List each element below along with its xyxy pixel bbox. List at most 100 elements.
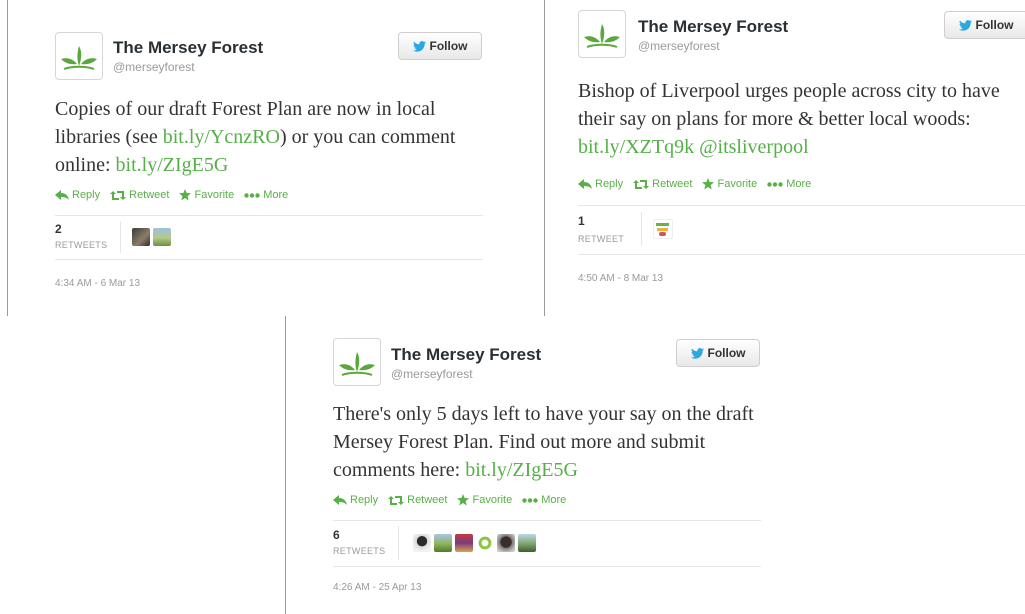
tweet-text: Bishop of Liverpool urges people across … (578, 77, 1025, 161)
star-icon (702, 178, 715, 190)
favorite-button[interactable]: Favorite (179, 189, 234, 201)
more-button[interactable]: More (767, 178, 811, 190)
retweet-label: Retweet (129, 189, 170, 201)
follow-label: Follow (975, 18, 1014, 32)
account-name[interactable]: The Mersey Forest (391, 345, 541, 365)
retweeter-avatars (653, 219, 673, 239)
avatar-art (656, 223, 669, 226)
tweet-timestamp[interactable]: 4:26 AM - 25 Apr 13 (333, 582, 421, 593)
retweet-count-label[interactable]: RETWEETS (55, 240, 107, 250)
retweeter-avatars (413, 534, 536, 552)
tweet-card-2: The Mersey Forest @merseyforest Follow B… (563, 0, 1025, 300)
tweet-text: Copies of our draft Forest Plan are now … (55, 95, 485, 179)
follow-button[interactable]: Follow (944, 11, 1025, 39)
mention-link[interactable]: @itsliverpool (699, 136, 809, 158)
panel-divider-left (7, 0, 8, 316)
panel-divider-middle (544, 0, 545, 316)
tweet-actions: Reply Retweet Favorite More (578, 178, 811, 190)
more-label: More (786, 178, 812, 190)
reply-icon (55, 190, 69, 200)
retweeter-avatar[interactable] (476, 534, 494, 552)
account-name[interactable]: The Mersey Forest (638, 17, 788, 37)
more-button[interactable]: More (522, 494, 566, 506)
reply-icon (333, 495, 347, 505)
more-button[interactable]: More (244, 189, 288, 201)
panel-divider-bottom (285, 316, 286, 614)
tweet-link[interactable]: bit.ly/XZTq9k (578, 136, 694, 158)
follow-button[interactable]: Follow (398, 32, 482, 60)
retweet-label: Retweet (407, 494, 448, 506)
favorite-label: Favorite (717, 178, 758, 190)
retweeter-avatar[interactable] (132, 228, 150, 246)
twitter-bird-icon (958, 19, 972, 31)
avatar[interactable] (333, 338, 381, 386)
stats-separator (120, 221, 121, 253)
retweeter-avatar[interactable] (153, 228, 171, 246)
retweet-button[interactable]: Retweet (633, 178, 692, 190)
retweet-count[interactable]: 1 (578, 214, 585, 228)
retweeter-avatars (132, 228, 171, 246)
avatar[interactable] (55, 32, 103, 80)
avatar-art (657, 228, 668, 231)
tweet-actions: Reply Retweet Favorite More (333, 494, 566, 506)
more-label: More (541, 494, 567, 506)
leaf-logo-icon (339, 352, 375, 376)
star-icon (179, 189, 192, 201)
reply-button[interactable]: Reply (55, 189, 100, 201)
retweeter-avatar[interactable] (497, 534, 515, 552)
retweet-count-label[interactable]: RETWEET (578, 234, 624, 244)
retweet-icon (633, 179, 650, 189)
divider (578, 205, 1025, 206)
retweeter-avatar[interactable] (434, 534, 452, 552)
account-handle[interactable]: @merseyforest (638, 39, 720, 53)
retweet-icon (388, 495, 405, 505)
reply-label: Reply (595, 178, 624, 190)
avatar[interactable] (578, 10, 626, 58)
retweet-count[interactable]: 2 (55, 222, 62, 236)
more-dots-icon (522, 497, 538, 503)
tweet-link[interactable]: bit.ly/ZIgE5G (465, 459, 578, 481)
tweet-text: There's only 5 days left to have your sa… (333, 400, 763, 484)
tweet-text-segment: Bishop of Liverpool urges people across … (578, 80, 1000, 130)
follow-button[interactable]: Follow (676, 339, 760, 367)
retweeter-avatar[interactable] (455, 534, 473, 552)
divider (333, 566, 761, 567)
retweeter-avatar[interactable] (518, 534, 536, 552)
tweet-actions: Reply Retweet Favorite More (55, 189, 288, 201)
account-name[interactable]: The Mersey Forest (113, 38, 263, 58)
tweet-card-3: The Mersey Forest @merseyforest Follow T… (318, 330, 768, 610)
divider (55, 259, 483, 260)
star-icon (457, 494, 470, 506)
retweet-count[interactable]: 6 (333, 528, 340, 542)
avatar-art (659, 232, 666, 236)
tweet-card-1: The Mersey Forest @merseyforest Follow C… (40, 22, 490, 302)
reply-label: Reply (72, 189, 101, 201)
retweeter-avatar[interactable] (413, 534, 431, 552)
leaf-logo-icon (61, 46, 97, 70)
retweet-label: Retweet (652, 178, 693, 190)
divider (55, 215, 483, 216)
tweet-timestamp[interactable]: 4:50 AM - 8 Mar 13 (578, 273, 663, 284)
retweet-icon (110, 190, 127, 200)
tweet-link[interactable]: bit.ly/YcnzRO (163, 126, 280, 148)
account-handle[interactable]: @merseyforest (391, 367, 473, 381)
reply-icon (578, 179, 592, 189)
retweeter-avatar[interactable] (653, 219, 673, 239)
favorite-button[interactable]: Favorite (457, 494, 512, 506)
favorite-button[interactable]: Favorite (702, 178, 757, 190)
retweet-count-label[interactable]: RETWEETS (333, 546, 385, 556)
twitter-bird-icon (412, 40, 426, 52)
more-label: More (263, 189, 289, 201)
retweet-button[interactable]: Retweet (110, 189, 169, 201)
reply-label: Reply (350, 494, 379, 506)
retweet-button[interactable]: Retweet (388, 494, 447, 506)
tweet-timestamp[interactable]: 4:34 AM - 6 Mar 13 (55, 278, 140, 289)
favorite-label: Favorite (472, 494, 513, 506)
tweet-link[interactable]: bit.ly/ZIgE5G (116, 154, 229, 176)
reply-button[interactable]: Reply (333, 494, 378, 506)
account-handle[interactable]: @merseyforest (113, 60, 195, 74)
favorite-label: Favorite (194, 189, 235, 201)
reply-button[interactable]: Reply (578, 178, 623, 190)
stats-separator (398, 526, 399, 560)
follow-label: Follow (429, 39, 468, 53)
